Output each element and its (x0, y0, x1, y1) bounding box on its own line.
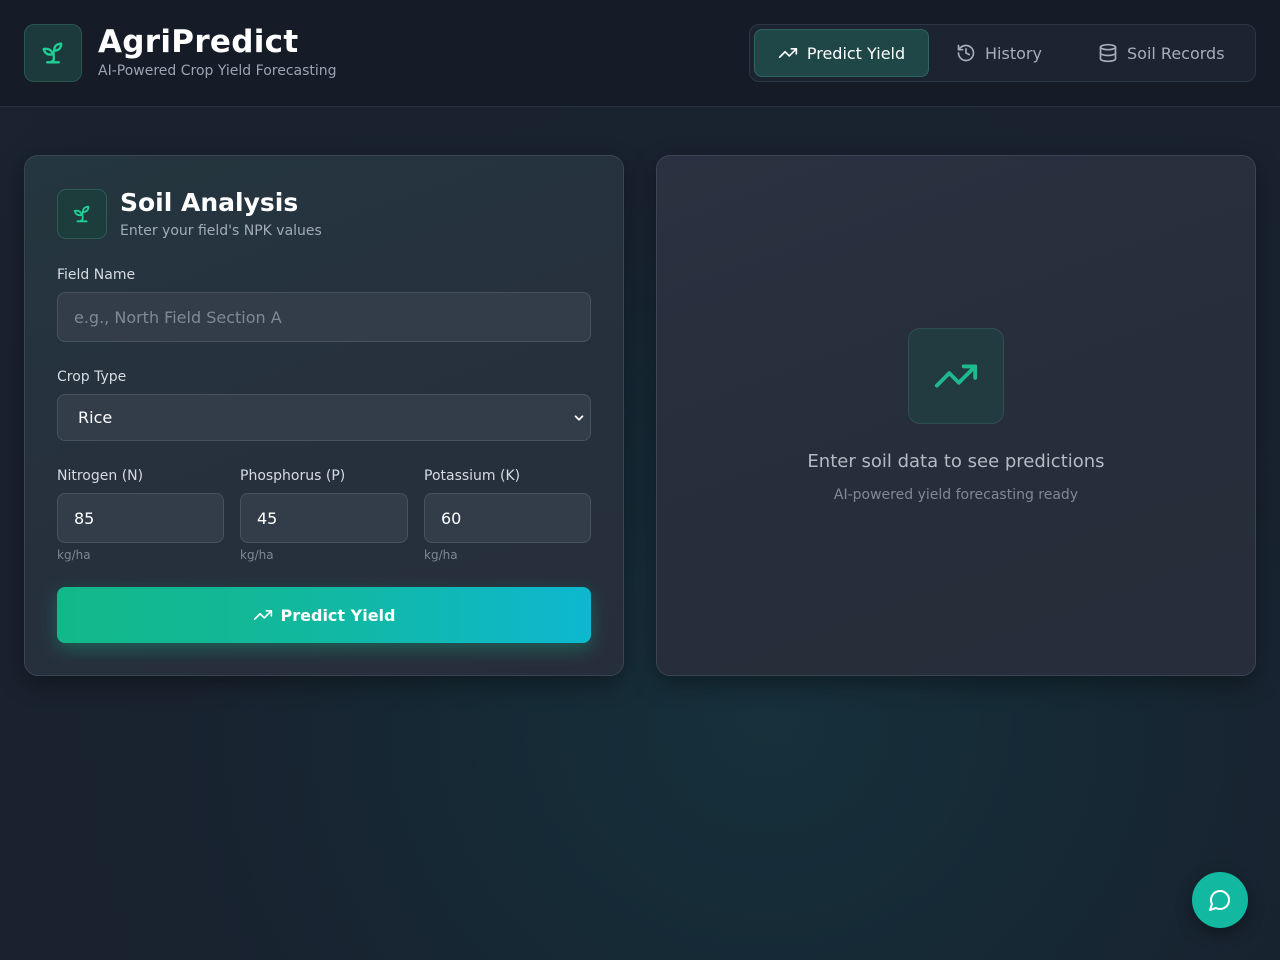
empty-state-title: Enter soil data to see predictions (807, 451, 1105, 472)
trending-up-icon (253, 605, 273, 625)
sprout-icon (71, 203, 93, 225)
database-icon (1098, 43, 1118, 63)
app-subtitle: AI-Powered Crop Yield Forecasting (98, 63, 337, 79)
section-title: Soil Analysis (120, 188, 299, 217)
phosphorus-label: Phosphorus (P) (240, 468, 346, 484)
app-header: AgriPredict AI-Powered Crop Yield Foreca… (0, 0, 1280, 107)
nav-soil-records-label: Soil Records (1127, 43, 1225, 63)
section-subtitle: Enter your field's NPK values (120, 223, 322, 239)
empty-state-subtitle: AI-powered yield forecasting ready (833, 487, 1079, 503)
crop-type-label: Crop Type (57, 369, 127, 385)
nav-history-label: History (985, 43, 1042, 63)
nav-predict-yield[interactable]: Predict Yield (754, 29, 929, 77)
field-name-label: Field Name (57, 267, 136, 283)
nitrogen-input[interactable] (57, 493, 224, 543)
nitrogen-label: Nitrogen (N) (57, 468, 144, 484)
field-name-input[interactable] (57, 292, 591, 342)
trending-up-icon (778, 43, 798, 63)
app-title: AgriPredict (98, 24, 299, 60)
potassium-input[interactable] (424, 493, 591, 543)
potassium-unit: kg/ha (424, 548, 458, 562)
crop-type-select[interactable]: Rice (57, 394, 591, 441)
message-circle-icon (1208, 888, 1232, 912)
nav-predict-yield-label: Predict Yield (806, 43, 906, 63)
potassium-label: Potassium (K) (424, 468, 521, 484)
sprout-icon (39, 39, 67, 67)
chevron-down-icon (572, 411, 586, 425)
chat-button[interactable] (1192, 872, 1248, 928)
trending-up-icon (933, 353, 979, 399)
crop-type-value: Rice (78, 408, 113, 427)
logo (24, 24, 82, 82)
nav-soil-records[interactable]: Soil Records (1098, 29, 1238, 77)
phosphorus-input[interactable] (240, 493, 408, 543)
history-icon (956, 43, 976, 63)
nav-history[interactable]: History (956, 29, 1056, 77)
results-card: Enter soil data to see predictions AI-po… (656, 155, 1256, 676)
soil-analysis-card: Soil Analysis Enter your field's NPK val… (24, 155, 624, 676)
empty-state-icon-box (908, 328, 1004, 424)
main-nav: Predict Yield History Soil Records (749, 24, 1256, 82)
nitrogen-unit: kg/ha (57, 548, 91, 562)
predict-yield-button[interactable]: Predict Yield (57, 587, 591, 643)
phosphorus-unit: kg/ha (240, 548, 274, 562)
section-icon (57, 189, 107, 239)
predict-yield-button-label: Predict Yield (280, 605, 396, 625)
